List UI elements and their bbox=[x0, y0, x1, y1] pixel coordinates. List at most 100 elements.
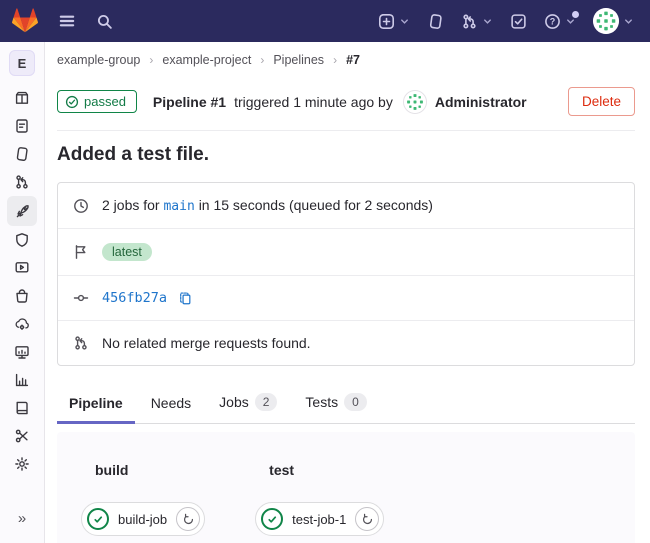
status-badge[interactable]: passed bbox=[57, 90, 137, 113]
clipboard-copy-icon bbox=[178, 291, 193, 306]
tab-label: Pipeline bbox=[69, 395, 123, 411]
duration-text: in 15 seconds (queued for 2 seconds) bbox=[199, 197, 433, 213]
latest-badge: latest bbox=[102, 243, 152, 261]
notification-dot bbox=[572, 11, 579, 18]
retry-job-button[interactable] bbox=[176, 507, 200, 531]
clock-icon bbox=[73, 198, 89, 214]
sidebar-item-plan[interactable] bbox=[7, 112, 37, 140]
sidebar-item-code[interactable] bbox=[7, 140, 37, 168]
tab-label: Tests bbox=[305, 394, 338, 410]
job-passed-icon bbox=[87, 508, 109, 530]
box-icon bbox=[14, 90, 30, 106]
breadcrumb-group[interactable]: example-group bbox=[57, 53, 140, 67]
tab-label: Needs bbox=[151, 395, 191, 411]
branch-icon bbox=[14, 174, 30, 190]
pipeline-graph: build build-job bbox=[57, 432, 635, 543]
retry-job-button[interactable] bbox=[355, 507, 379, 531]
merge-requests-text: No related merge requests found. bbox=[102, 335, 311, 351]
cloud-gear-icon bbox=[14, 316, 30, 332]
svg-text:?: ? bbox=[550, 16, 556, 26]
sidebar-item-environments[interactable] bbox=[7, 310, 37, 338]
search-icon bbox=[96, 13, 113, 30]
user-menu-button[interactable] bbox=[593, 8, 634, 34]
chevron-down-icon bbox=[623, 16, 634, 27]
chevron-down-icon bbox=[399, 16, 410, 27]
gear-icon bbox=[14, 456, 30, 472]
sidebar-item-merge-requests[interactable] bbox=[7, 168, 37, 196]
pipeline-number: Pipeline #1 bbox=[153, 94, 226, 110]
todo-list-button[interactable] bbox=[510, 13, 527, 30]
sidebar-item-build[interactable] bbox=[7, 196, 37, 226]
tab-needs[interactable]: Needs bbox=[139, 386, 203, 424]
status-badge-label: passed bbox=[84, 94, 126, 109]
breadcrumb-current: #7 bbox=[346, 53, 360, 67]
sidebar: E bbox=[0, 42, 45, 543]
retry-icon bbox=[361, 513, 374, 526]
issues-icon bbox=[427, 13, 444, 30]
commit-title: Added a test file. bbox=[57, 144, 635, 166]
monitor-chart-icon bbox=[14, 344, 30, 360]
job-passed-icon bbox=[261, 508, 283, 530]
tilted-document-icon bbox=[14, 146, 30, 162]
commit-sha-link[interactable]: 456fb27a bbox=[102, 290, 167, 306]
job-pill-test-job-1[interactable]: test-job-1 bbox=[255, 502, 384, 536]
administrator-name[interactable]: Administrator bbox=[435, 94, 527, 110]
merge-request-icon bbox=[73, 335, 89, 351]
tab-tests[interactable]: Tests 0 bbox=[293, 384, 378, 424]
pipeline-tabs: Pipeline Needs Jobs 2 Tests 0 bbox=[57, 384, 635, 424]
sidebar-item-deploy[interactable] bbox=[7, 254, 37, 282]
scissors-icon bbox=[14, 428, 30, 444]
help-button[interactable]: ? bbox=[544, 13, 576, 30]
sidebar-item-secure[interactable] bbox=[7, 226, 37, 254]
job-pill-build-job[interactable]: build-job bbox=[81, 502, 205, 536]
sidebar-item-settings[interactable] bbox=[7, 450, 37, 478]
topbar: ? bbox=[0, 0, 650, 42]
sidebar-item-operate[interactable] bbox=[7, 282, 37, 310]
merge-requests-button[interactable] bbox=[461, 13, 493, 30]
project-avatar[interactable]: E bbox=[9, 50, 35, 76]
breadcrumb-separator: › bbox=[333, 53, 337, 67]
breadcrumb-project[interactable]: example-project bbox=[162, 53, 251, 67]
sidebar-item-analyze[interactable] bbox=[7, 366, 37, 394]
hamburger-menu-button[interactable] bbox=[58, 12, 76, 30]
search-button[interactable] bbox=[96, 13, 113, 30]
identicon-avatar bbox=[404, 90, 426, 114]
branch-link[interactable]: main bbox=[163, 199, 194, 214]
job-name: test-job-1 bbox=[292, 512, 346, 527]
commit-row: 456fb27a bbox=[58, 275, 634, 320]
tab-jobs[interactable]: Jobs 2 bbox=[207, 384, 289, 424]
gitlab-logo[interactable] bbox=[12, 8, 38, 34]
merge-requests-row: No related merge requests found. bbox=[58, 320, 634, 365]
tab-count-badge: 2 bbox=[255, 393, 278, 411]
tab-label: Jobs bbox=[219, 394, 249, 410]
book-icon bbox=[14, 400, 30, 416]
retry-icon bbox=[182, 513, 195, 526]
tab-count-badge: 0 bbox=[344, 393, 367, 411]
tab-pipeline[interactable]: Pipeline bbox=[57, 386, 135, 424]
jobs-duration-row: 2 jobs for main in 15 seconds (queued fo… bbox=[58, 183, 634, 228]
breadcrumb-pipelines[interactable]: Pipelines bbox=[273, 53, 324, 67]
delete-button[interactable]: Delete bbox=[568, 87, 635, 116]
sidebar-item-snippets[interactable] bbox=[7, 422, 37, 450]
merge-request-icon bbox=[461, 13, 478, 30]
sidebar-item-manage[interactable] bbox=[7, 84, 37, 112]
screen-play-icon bbox=[14, 260, 30, 276]
issues-button[interactable] bbox=[427, 13, 444, 30]
breadcrumb: example-group › example-project › Pipeli… bbox=[57, 42, 635, 76]
pipeline-info-card: 2 jobs for main in 15 seconds (queued fo… bbox=[57, 182, 635, 366]
shield-icon bbox=[14, 232, 30, 248]
new-item-button[interactable] bbox=[378, 13, 410, 30]
document-icon bbox=[14, 118, 30, 134]
sidebar-item-wiki[interactable] bbox=[7, 394, 37, 422]
todo-checkbox-icon bbox=[510, 13, 527, 30]
sidebar-item-monitor[interactable] bbox=[7, 338, 37, 366]
main-content: example-group › example-project › Pipeli… bbox=[45, 42, 650, 543]
question-circle-icon: ? bbox=[544, 13, 561, 30]
plus-square-icon bbox=[378, 13, 395, 30]
administrator-avatar[interactable] bbox=[403, 90, 427, 114]
commit-icon bbox=[73, 290, 89, 306]
stage-test: test test-job-1 bbox=[255, 454, 384, 536]
identicon-avatar bbox=[593, 8, 619, 34]
sidebar-collapse-button[interactable]: » bbox=[10, 506, 34, 531]
copy-sha-button[interactable] bbox=[178, 291, 193, 306]
